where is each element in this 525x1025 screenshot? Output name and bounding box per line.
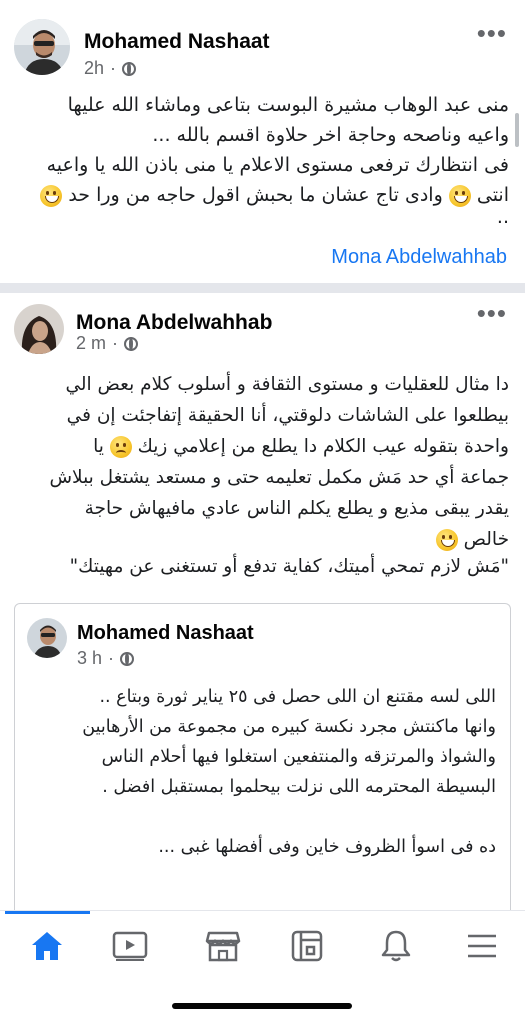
- author-name[interactable]: Mona Abdelwahhab: [76, 311, 272, 335]
- post-mona: Mona Abdelwahhab 2 m · ••• دا مثال للعقل…: [0, 293, 525, 984]
- notifications-icon: [381, 930, 411, 962]
- author-name[interactable]: Mohamed Nashaat: [84, 30, 270, 54]
- text-line: منى عبد الوهاب مشيرة البوست بتاعى وماشاء…: [67, 94, 509, 116]
- post-time[interactable]: 3 h: [77, 648, 102, 669]
- video-icon: [112, 931, 148, 961]
- nav-marketplace[interactable]: [193, 926, 253, 966]
- sad-emoji-icon: [109, 436, 132, 458]
- text-line: خالص: [14, 524, 509, 555]
- text-line: بيطلعوا على الشاشات دلوقتي، أنا الحقيقة …: [66, 405, 509, 426]
- text-line: ..: [496, 206, 509, 228]
- text-line: البسيطة المحترمه اللى نزلت بيحلموا بمستق…: [102, 777, 496, 797]
- post-text: دا مثال للعقليات و مستوى الثقافة و أسلوب…: [14, 369, 509, 579]
- home-indicator[interactable]: [172, 1003, 352, 1009]
- nav-home[interactable]: [17, 926, 77, 966]
- text-line: انتى وادى تاج عشان ما بحبش اقول حاجه من …: [14, 180, 509, 210]
- shared-post-text: اللى لسه مقتنع ان اللى حصل فى ٢٥ يناير ث…: [26, 682, 496, 862]
- post-text: منى عبد الوهاب مشيرة البوست بتاعى وماشاء…: [14, 90, 509, 228]
- nav-menu[interactable]: [452, 926, 512, 966]
- home-icon: [32, 932, 62, 960]
- text-line: واحدة بتقوله عيب الكلام دا يطلع من إعلام…: [93, 436, 509, 458]
- text-line: دا مثال للعقليات و مستوى الثقافة و أسلوب…: [65, 374, 509, 395]
- grinning-emoji-icon: [435, 529, 458, 551]
- shared-post-meta: 3 h ·: [77, 648, 135, 669]
- post-time[interactable]: 2 m: [76, 333, 106, 354]
- avatar-mohamed[interactable]: [14, 19, 70, 75]
- avatar-mohamed[interactable]: [27, 618, 67, 658]
- text-line: يقدر يبقى مذيع و يطلع يكلم الناس عادي ما…: [84, 498, 509, 519]
- grinning-emoji-icon: [40, 184, 63, 207]
- menu-icon: [468, 934, 496, 958]
- post-meta: 2h ·: [84, 58, 137, 79]
- text-line: واعيه وناصحه وحاجة اخر حلاوة اقسم بالله …: [152, 124, 509, 146]
- feeds-icon: [291, 930, 323, 962]
- avatar-mona[interactable]: [14, 304, 64, 354]
- more-options-button[interactable]: •••: [477, 20, 507, 46]
- text-line: وانها ماكنتش مجرد نكسة كبيره من مجموعة م…: [82, 717, 496, 737]
- scrollbar[interactable]: [515, 113, 519, 147]
- post-meta: 2 m ·: [76, 333, 139, 354]
- text-line: جماعة أي حد مَش مكمل تعليمه حتى و مستعد …: [49, 467, 509, 488]
- text-line: ده فى اسوأ الظروف خاين وفى أفضلها غبى ..…: [158, 837, 496, 857]
- quote-line: "مَش لازم تمحي أميتك، كفاية تدفع أو تستغ…: [69, 556, 509, 577]
- grinning-emoji-icon: [448, 184, 471, 207]
- shared-author-name[interactable]: Mohamed Nashaat: [77, 622, 254, 645]
- nav-notifications[interactable]: [366, 926, 426, 966]
- post-separator: [0, 283, 525, 293]
- text-line: فى انتظارك ترفعى مستوى الاعلام يا منى با…: [46, 154, 509, 176]
- marketplace-icon: [205, 931, 241, 962]
- active-tab-indicator: [5, 911, 90, 914]
- text-line: اللى لسه مقتنع ان اللى حصل فى ٢٥ يناير ث…: [99, 687, 496, 707]
- globe-icon: [124, 336, 139, 351]
- text-line: والشواذ والمرتزقه والمنتفعين استغلوا فيه…: [101, 747, 496, 767]
- more-options-button[interactable]: •••: [477, 300, 507, 326]
- nav-feeds[interactable]: [277, 926, 337, 966]
- globe-icon: [120, 651, 135, 666]
- nav-video[interactable]: [100, 926, 160, 966]
- post-mohamed: Mohamed Nashaat 2h · ••• منى عبد الوهاب …: [0, 0, 525, 283]
- post-time[interactable]: 2h: [84, 58, 104, 79]
- tagged-user-link[interactable]: Mona Abdelwahhab: [331, 246, 507, 269]
- globe-icon: [122, 61, 137, 76]
